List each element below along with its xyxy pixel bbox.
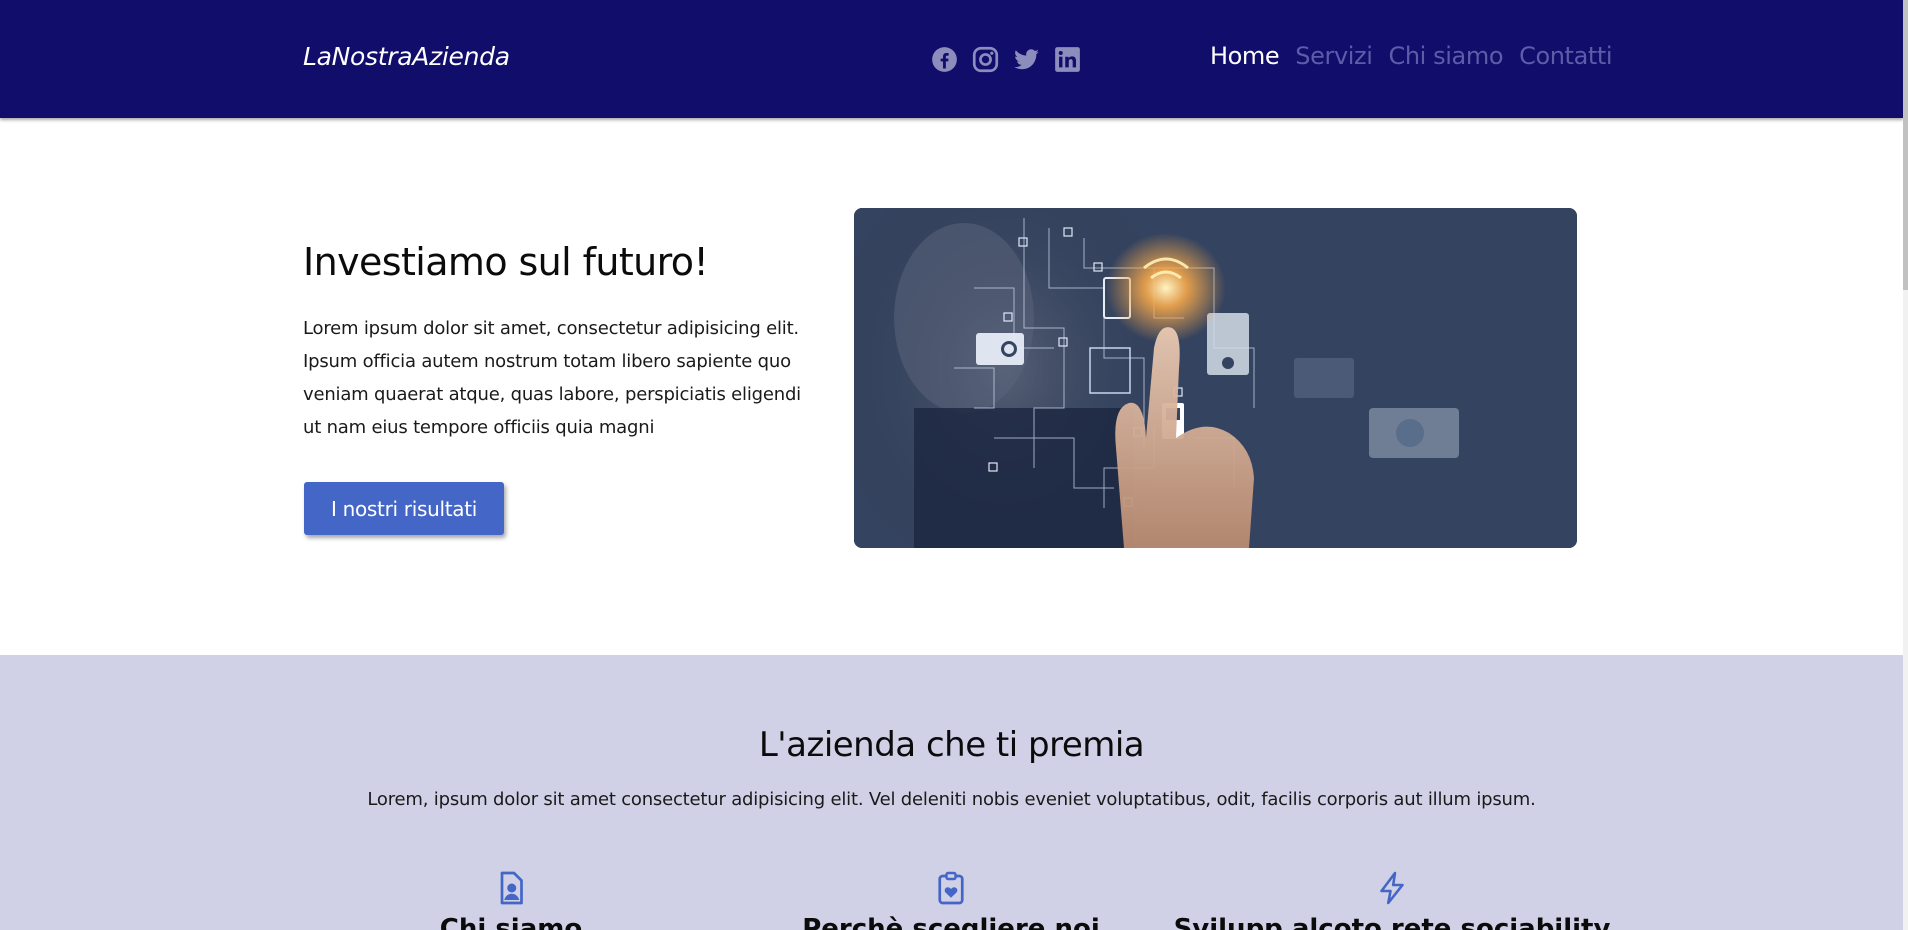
section-text: Lorem, ipsum dolor sit amet consectetur … bbox=[367, 789, 1536, 810]
nav-servizi[interactable]: Servizi bbox=[1295, 42, 1373, 70]
hero-text: Lorem ipsum dolor sit amet, consectetur … bbox=[303, 318, 801, 438]
feature-title: Svilupp alcoto rete sociability bbox=[1173, 914, 1611, 930]
hero-title: Investiamo sul futuro! bbox=[303, 240, 709, 284]
page: LaNostraAzienda Home Servizi Chi siamo C… bbox=[0, 0, 1908, 930]
nav-chi-siamo[interactable]: Chi siamo bbox=[1389, 42, 1504, 70]
clipboard-heart-icon bbox=[938, 871, 964, 905]
results-button[interactable]: I nostri risultati bbox=[304, 482, 504, 535]
main-nav: Home Servizi Chi siamo Contatti bbox=[1210, 42, 1613, 70]
lightning-icon bbox=[1380, 871, 1404, 905]
navbar: LaNostraAzienda Home Servizi Chi siamo C… bbox=[0, 0, 1903, 118]
nav-home[interactable]: Home bbox=[1210, 42, 1280, 70]
features-section: L'azienda che ti premia Lorem, ipsum dol… bbox=[0, 655, 1903, 930]
page-scrollbar[interactable] bbox=[1903, 0, 1908, 930]
feature-card: Perchè scegliere noi bbox=[731, 870, 1171, 930]
feature-card: Chi siamo bbox=[291, 870, 731, 930]
feature-title: Perchè scegliere noi bbox=[802, 914, 1100, 930]
facebook-icon[interactable] bbox=[931, 46, 958, 73]
hero-illustration bbox=[854, 208, 1577, 548]
hero-image bbox=[854, 208, 1577, 548]
scrollbar-thumb[interactable] bbox=[1903, 0, 1908, 290]
brand-logo[interactable]: LaNostraAzienda bbox=[303, 42, 510, 71]
feature-card: Svilupp alcoto rete sociability bbox=[1172, 870, 1612, 930]
social-links bbox=[931, 46, 1081, 73]
linkedin-icon[interactable] bbox=[1054, 46, 1081, 73]
section-title: L'azienda che ti premia bbox=[758, 725, 1145, 765]
person-badge-icon bbox=[500, 871, 523, 905]
feature-title: Chi siamo bbox=[439, 914, 583, 930]
instagram-icon[interactable] bbox=[972, 46, 999, 73]
twitter-icon[interactable] bbox=[1013, 46, 1040, 73]
nav-contatti[interactable]: Contatti bbox=[1519, 42, 1612, 70]
